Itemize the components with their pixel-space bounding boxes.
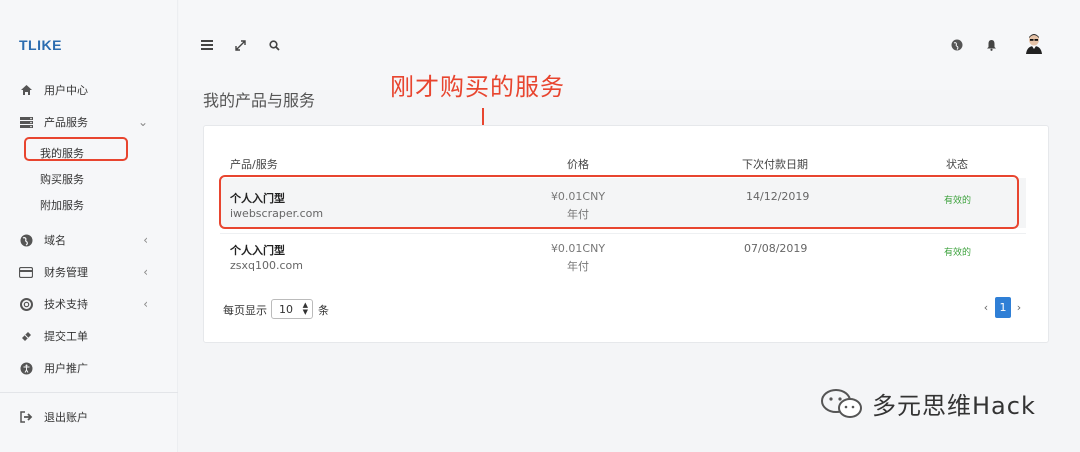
select-arrows-icon: ▲ ▼	[302, 301, 308, 316]
globe-icon[interactable]	[950, 38, 964, 52]
chevron-down-icon: ⌄	[137, 115, 148, 129]
ticket-icon	[19, 329, 33, 343]
product-domain: zsxq100.com	[230, 259, 303, 272]
expand-icon[interactable]	[233, 38, 247, 52]
billing-cycle: 年付	[567, 260, 589, 273]
home-icon	[19, 83, 33, 97]
watermark: 多元思维Hack	[820, 386, 1036, 421]
server-icon	[19, 115, 33, 129]
globe-icon	[19, 233, 33, 247]
per-page-label: 每页显示	[223, 304, 267, 317]
header-price[interactable]: 价格	[567, 156, 589, 172]
sidebar-subitem-buy-services[interactable]: 购买服务	[40, 171, 84, 187]
services-card	[203, 125, 1049, 343]
next-due-date: 07/08/2019	[744, 242, 808, 255]
search-icon[interactable]	[267, 38, 281, 52]
header-next-due[interactable]: 下次付款日期	[742, 156, 808, 172]
sidebar-item-label: 技术支持	[44, 298, 88, 311]
divider	[220, 233, 1026, 234]
sidebar: TLIKE 用户中心 产品服务 ⌄ 我的服务 购买服务 附加服务 域名 ‹ 财务…	[0, 0, 178, 452]
sidebar-item-referral[interactable]: 用户推广	[0, 355, 178, 381]
sidebar-item-label: 用户中心	[44, 84, 88, 97]
sidebar-item-submit-ticket[interactable]: 提交工单	[0, 323, 178, 349]
sidebar-subitem-addon-services[interactable]: 附加服务	[40, 197, 84, 213]
sidebar-item-user-center[interactable]: 用户中心	[0, 77, 178, 103]
per-page-select[interactable]: 10 ▲ ▼	[271, 299, 313, 319]
header-status[interactable]: 状态	[946, 156, 968, 172]
sidebar-item-finance[interactable]: 财务管理 ‹	[0, 259, 178, 285]
sidebar-item-label: 提交工单	[44, 330, 88, 343]
status-badge: 有效的	[944, 248, 972, 258]
product-name: 个人入门型	[230, 244, 285, 257]
highlight-box-row	[219, 175, 1019, 229]
sidebar-item-domains[interactable]: 域名 ‹	[0, 227, 178, 253]
universal-access-icon	[19, 361, 33, 375]
per-page-value: 10	[279, 302, 293, 316]
menu-icon[interactable]	[200, 38, 214, 52]
sidebar-item-label: 域名	[44, 234, 66, 247]
sidebar-item-label: 产品服务	[44, 116, 88, 129]
sidebar-item-label: 财务管理	[44, 266, 88, 279]
sidebar-subitem-my-services[interactable]: 我的服务	[40, 145, 84, 161]
price: ¥0.01CNY	[550, 242, 606, 255]
page-title: 我的产品与服务	[203, 91, 316, 110]
annotation-text: 刚才购买的服务	[390, 73, 565, 101]
sidebar-item-label: 退出账户	[44, 411, 88, 424]
chevron-left-icon: ‹	[143, 265, 148, 279]
avatar[interactable]	[1023, 32, 1045, 54]
sidebar-item-label: 用户推广	[44, 362, 88, 375]
chevron-left-icon: ‹	[143, 233, 148, 247]
credit-card-icon	[19, 265, 33, 279]
page-1-button[interactable]: 1	[995, 297, 1011, 318]
divider	[0, 392, 178, 393]
lifebuoy-icon	[19, 297, 33, 311]
bell-icon[interactable]	[984, 38, 998, 52]
watermark-text: 多元思维Hack	[872, 392, 1036, 420]
chevron-left-icon: ‹	[143, 297, 148, 311]
sidebar-item-products[interactable]: 产品服务 ⌄	[0, 109, 178, 135]
sidebar-item-logout[interactable]: 退出账户	[0, 404, 178, 430]
logo[interactable]: TLIKE	[19, 37, 62, 53]
next-page-button[interactable]: ›	[1011, 297, 1027, 318]
topbar	[179, 0, 1080, 90]
sign-out-icon	[19, 410, 33, 424]
sidebar-item-support[interactable]: 技术支持 ‹	[0, 291, 178, 317]
header-product[interactable]: 产品/服务	[230, 156, 278, 172]
wechat-icon	[821, 388, 862, 418]
per-page-unit: 条	[318, 304, 329, 317]
prev-page-button[interactable]: ‹	[978, 297, 994, 318]
